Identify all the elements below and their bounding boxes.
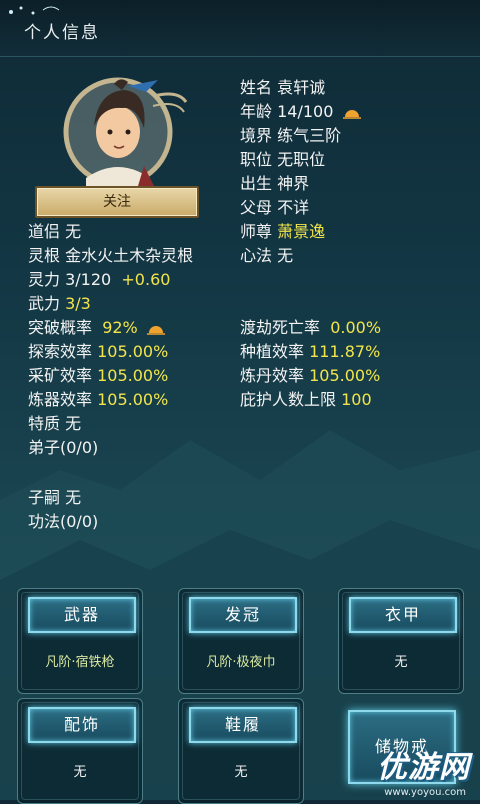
root-value: 金水火土木杂灵根 — [65, 246, 194, 265]
spirit-gain: +0.60 — [121, 270, 171, 289]
parents-value: 不详 — [277, 198, 310, 217]
shelter-value: 100 — [341, 390, 372, 409]
parents-row: 父母 不详 — [240, 194, 309, 218]
trait-label: 特质 — [28, 414, 61, 433]
plant-value: 111.87% — [309, 342, 381, 361]
realm-row: 境界 练气三阶 — [240, 122, 341, 146]
partner-row: 道侣 无 — [28, 218, 81, 242]
spirit-value: 3/120 — [65, 270, 112, 289]
tribulation-row: 渡劫死亡率 0.00% — [240, 314, 381, 338]
shoes-slot[interactable]: 鞋履 无 — [178, 698, 304, 804]
root-label: 灵根 — [28, 246, 61, 265]
shelter-label: 庇护人数上限 — [240, 390, 337, 409]
plant-label: 种植效率 — [240, 342, 305, 361]
armor-value: 无 — [394, 655, 408, 670]
heir-value: 无 — [65, 488, 82, 507]
shelter-row: 庇护人数上限 100 — [240, 386, 372, 410]
forge-label: 炼器效率 — [28, 390, 93, 409]
realm-value: 练气三阶 — [277, 126, 342, 145]
parents-label: 父母 — [240, 198, 273, 217]
heir-row: 子嗣 无 — [28, 484, 81, 508]
birth-row: 出生 神界 — [240, 170, 309, 194]
master-label: 师尊 — [240, 222, 273, 241]
watermark-logo: 优游网 — [377, 750, 470, 785]
accessory-slot[interactable]: 配饰 无 — [17, 698, 143, 804]
character-avatar — [63, 77, 188, 187]
spirit-row: 灵力 3/120 +0.60 — [28, 266, 170, 290]
accessory-button[interactable]: 配饰 — [28, 707, 136, 743]
breakthrough-row: 突破概率 92% — [28, 314, 165, 338]
weapon-slot[interactable]: 武器 凡阶·宿铁枪 — [17, 588, 143, 694]
shoes-value: 无 — [234, 765, 248, 780]
explore-row: 探索效率 105.00% — [28, 338, 168, 362]
partner-value: 无 — [65, 222, 82, 241]
partner-label: 道侣 — [28, 222, 61, 241]
sun-icon[interactable] — [342, 107, 361, 119]
crown-value: 凡阶·极夜巾 — [206, 655, 276, 670]
skills-row[interactable]: 功法(0/0) — [28, 508, 98, 532]
alchemy-label: 炼丹效率 — [240, 366, 305, 385]
follow-button[interactable]: 关注 — [35, 186, 199, 218]
armor-slot[interactable]: 衣甲 无 — [338, 588, 464, 694]
breakthrough-value: 92% — [102, 318, 138, 337]
armor-button[interactable]: 衣甲 — [349, 597, 457, 633]
alchemy-value: 105.00% — [309, 366, 381, 385]
disciples-row[interactable]: 弟子(0/0) — [28, 434, 98, 458]
crown-button[interactable]: 发冠 — [189, 597, 297, 633]
method-value: 无 — [277, 246, 294, 265]
force-value: 3/3 — [65, 294, 91, 313]
mine-value: 105.00% — [97, 366, 169, 385]
weapon-button[interactable]: 武器 — [28, 597, 136, 633]
position-row: 职位 无职位 — [240, 146, 325, 170]
method-row: 心法 无 — [240, 242, 293, 266]
watermark-url: www.yoyou.com — [384, 787, 466, 798]
tribulation-value: 0.00% — [330, 318, 382, 337]
name-row: 姓名 袁轩诚 — [240, 74, 325, 98]
birth-label: 出生 — [240, 174, 273, 193]
master-value[interactable]: 萧景逸 — [277, 222, 325, 241]
force-row: 武力 3/3 — [28, 290, 91, 314]
top-bar: 个人信息 — [0, 0, 480, 57]
name-value: 袁轩诚 — [277, 78, 326, 97]
trait-value: 无 — [65, 414, 82, 433]
force-label: 武力 — [28, 294, 61, 313]
shoes-button[interactable]: 鞋履 — [189, 707, 297, 743]
trait-row: 特质 无 — [28, 410, 81, 434]
age-value: 14/100 — [277, 102, 334, 121]
explore-value: 105.00% — [97, 342, 169, 361]
breakthrough-label: 突破概率 — [28, 318, 93, 337]
page-title: 个人信息 — [24, 23, 100, 43]
explore-label: 探索效率 — [28, 342, 93, 361]
root-row: 灵根 金水火土木杂灵根 — [28, 242, 193, 266]
plant-row: 种植效率 111.87% — [240, 338, 380, 362]
alchemy-row: 炼丹效率 105.00% — [240, 362, 380, 386]
forge-value: 105.00% — [97, 390, 169, 409]
heir-label: 子嗣 — [28, 488, 61, 507]
age-row: 年龄 14/100 — [240, 98, 361, 122]
realm-label: 境界 — [240, 126, 273, 145]
birth-value: 神界 — [277, 174, 310, 193]
mine-row: 采矿效率 105.00% — [28, 362, 168, 386]
mine-label: 采矿效率 — [28, 366, 93, 385]
weapon-value: 凡阶·宿铁枪 — [45, 655, 115, 670]
sun-icon[interactable] — [146, 323, 165, 335]
accessory-value: 无 — [73, 765, 87, 780]
sparkle-icon — [9, 6, 60, 15]
master-row: 师尊 萧景逸 — [240, 218, 325, 242]
position-label: 职位 — [240, 150, 273, 169]
method-label: 心法 — [240, 246, 273, 265]
crown-slot[interactable]: 发冠 凡阶·极夜巾 — [178, 588, 304, 694]
age-label: 年龄 — [240, 102, 273, 121]
name-label: 姓名 — [240, 78, 273, 97]
tribulation-label: 渡劫死亡率 — [240, 318, 321, 337]
forge-row: 炼器效率 105.00% — [28, 386, 168, 410]
spirit-label: 灵力 — [28, 270, 61, 289]
position-value: 无职位 — [277, 150, 326, 169]
